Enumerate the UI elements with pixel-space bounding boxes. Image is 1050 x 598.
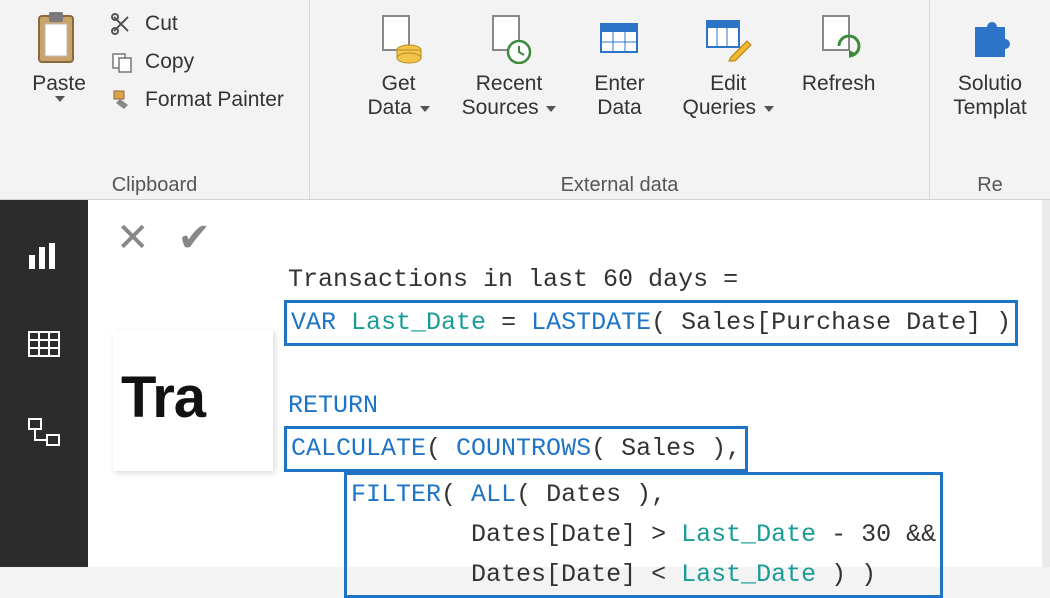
ribbon-group-resources: Solutio Templat Re bbox=[930, 0, 1050, 199]
recent-sources-label: Recent Sources bbox=[462, 72, 557, 120]
return-keyword: RETURN bbox=[288, 391, 378, 420]
preview-title-fragment: Tra bbox=[121, 364, 265, 431]
paste-label: Paste bbox=[32, 72, 86, 96]
report-canvas-preview: Tra bbox=[113, 330, 273, 471]
data-view-button[interactable] bbox=[24, 324, 64, 364]
puzzle-icon bbox=[962, 10, 1018, 66]
database-icon bbox=[371, 10, 427, 66]
resources-group-label: Re bbox=[977, 174, 1003, 197]
solution-templates-button[interactable]: Solutio Templat bbox=[943, 6, 1037, 124]
cut-label: Cut bbox=[145, 12, 178, 36]
calculate-box: CALCULATE( COUNTROWS( Sales ), bbox=[284, 426, 748, 472]
chevron-down-icon bbox=[546, 106, 556, 112]
cancel-formula-button[interactable]: ✕ bbox=[116, 218, 150, 258]
paintbrush-icon bbox=[109, 88, 137, 112]
cut-button[interactable]: Cut bbox=[105, 10, 288, 38]
scissors-icon bbox=[109, 12, 137, 36]
table-icon bbox=[591, 10, 647, 66]
edit-queries-label: Edit Queries bbox=[682, 72, 773, 120]
report-view-button[interactable] bbox=[24, 236, 64, 276]
chevron-down-icon bbox=[55, 96, 65, 102]
clock-file-icon bbox=[481, 10, 537, 66]
workspace: ✕ ✔ Transactions in last 60 days = VAR L… bbox=[0, 200, 1050, 567]
enter-data-button[interactable]: Enter Data bbox=[574, 6, 664, 124]
format-painter-label: Format Painter bbox=[145, 88, 284, 112]
enter-data-label: Enter Data bbox=[594, 72, 644, 120]
get-data-button[interactable]: Get Data bbox=[354, 6, 444, 124]
formula-bar-controls: ✕ ✔ bbox=[116, 218, 211, 258]
ribbon-group-external-data: Get Data Recent Sources Enter Data Edit … bbox=[310, 0, 930, 199]
model-view-button[interactable] bbox=[24, 412, 64, 452]
paste-button[interactable]: Paste bbox=[21, 6, 97, 106]
refresh-label: Refresh bbox=[802, 72, 876, 96]
view-sidebar bbox=[0, 200, 88, 567]
format-painter-button[interactable]: Format Painter bbox=[105, 86, 288, 114]
copy-button[interactable]: Copy bbox=[105, 48, 288, 76]
refresh-button[interactable]: Refresh bbox=[792, 6, 886, 100]
solution-templates-label: Solutio Templat bbox=[953, 72, 1027, 120]
edit-table-icon bbox=[700, 10, 756, 66]
filter-box: FILTER( ALL( Dates ), Dates[Date] > Last… bbox=[344, 472, 943, 598]
copy-icon bbox=[109, 50, 137, 74]
clipboard-group-label: Clipboard bbox=[112, 174, 198, 197]
ribbon-group-clipboard: Paste Cut Copy bbox=[0, 0, 310, 199]
external-data-group-label: External data bbox=[561, 174, 679, 197]
var-declaration-box: VAR Last_Date = LASTDATE( Sales[Purchase… bbox=[284, 300, 1018, 346]
paste-icon bbox=[31, 10, 87, 66]
commit-formula-button[interactable]: ✔ bbox=[178, 218, 212, 258]
refresh-icon bbox=[811, 10, 867, 66]
dax-editor[interactable]: Transactions in last 60 days = VAR Last_… bbox=[288, 220, 1014, 598]
vertical-scrollbar[interactable] bbox=[1042, 200, 1050, 567]
formula-area: ✕ ✔ Transactions in last 60 days = VAR L… bbox=[88, 200, 1050, 567]
recent-sources-button[interactable]: Recent Sources bbox=[452, 6, 567, 124]
ribbon: Paste Cut Copy bbox=[0, 0, 1050, 200]
chevron-down-icon bbox=[420, 106, 430, 112]
edit-queries-button[interactable]: Edit Queries bbox=[672, 6, 783, 124]
copy-label: Copy bbox=[145, 50, 194, 74]
dax-line-1: Transactions in last 60 days = bbox=[288, 265, 753, 294]
get-data-label: Get Data bbox=[367, 72, 429, 120]
chevron-down-icon bbox=[764, 106, 774, 112]
